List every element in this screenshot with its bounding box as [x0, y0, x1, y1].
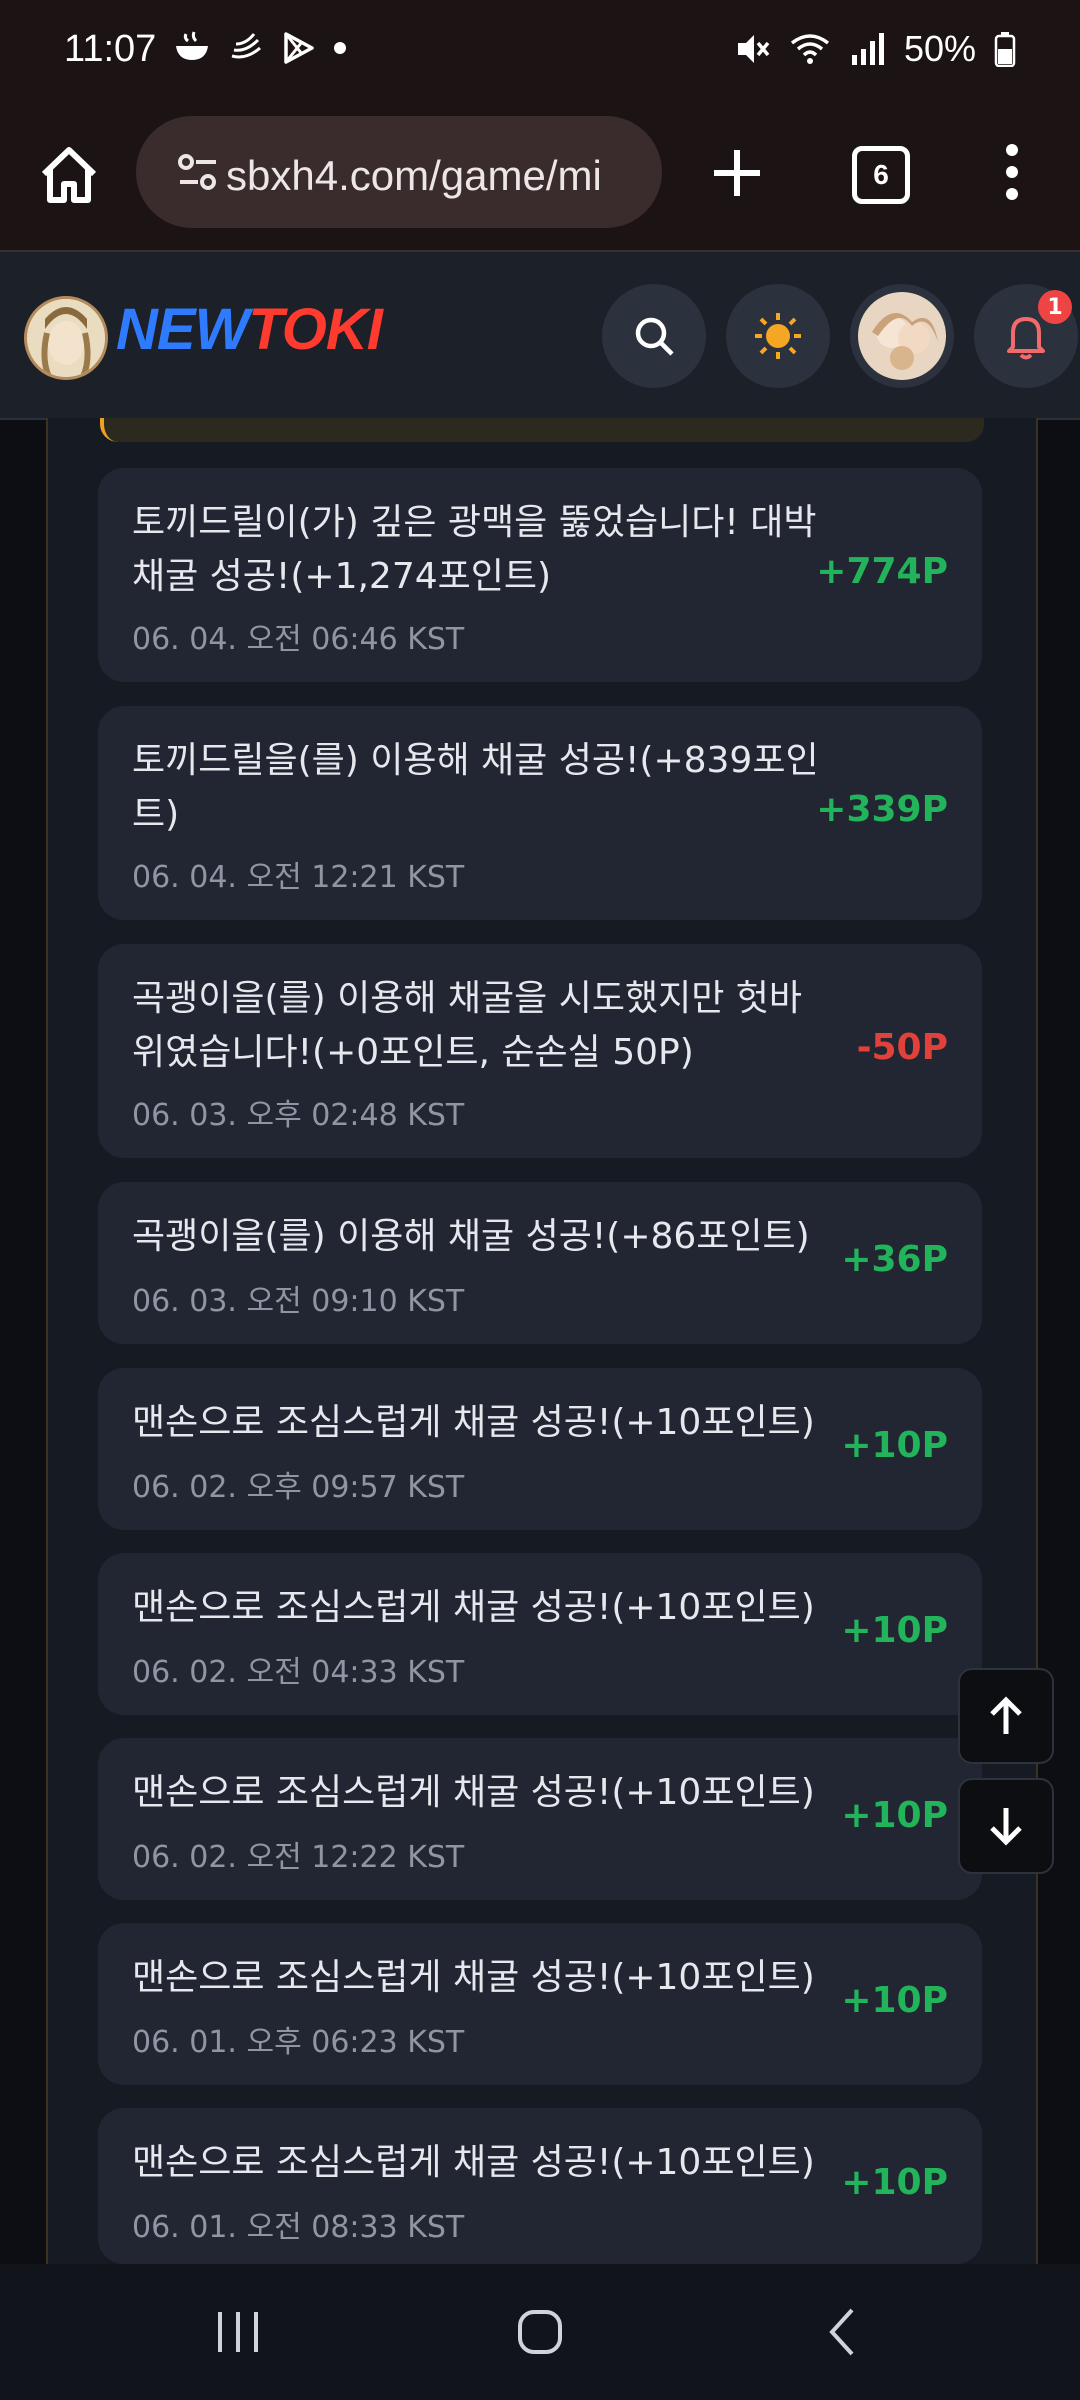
profile-button[interactable]	[850, 284, 954, 388]
history-message: 토끼드릴이(가) 깊은 광맥을 뚫었습니다! 대박 채굴 성공!(+1,274포…	[132, 502, 817, 597]
points-change: +10P	[841, 1980, 948, 2021]
history-timestamp: 06. 02. 오전 04:33 KST	[132, 1655, 465, 1690]
notification-badge: 1	[1038, 290, 1072, 324]
site-settings-icon[interactable]	[176, 150, 220, 194]
arrow-up-icon	[990, 1696, 1022, 1734]
history-message: 곡괭이을(를) 이용해 채굴을 시도했지만 헛바위였습니다!(+0포인트, 순손…	[132, 978, 803, 1073]
url-text: sbxh4.com/game/mi	[226, 152, 602, 199]
play-store-icon	[284, 32, 314, 64]
history-card: 곡괭이을(를) 이용해 채굴 성공!(+86포인트) 06. 03. 오전 09:…	[98, 1182, 982, 1344]
system-icons: 50%	[734, 28, 1016, 70]
points-change: +36P	[841, 1239, 948, 1280]
swirl-icon	[231, 33, 261, 59]
notification-icons	[172, 30, 350, 66]
signal-icon	[851, 33, 884, 65]
battery-percent: 50%	[903, 28, 976, 69]
home-icon[interactable]	[36, 142, 102, 208]
panel-top-edge	[100, 418, 984, 442]
mute-icon	[737, 35, 770, 63]
points-change: +10P	[841, 2162, 948, 2203]
points-change: +10P	[841, 1610, 948, 1651]
history-message: 맨손으로 조심스럽게 채굴 성공!(+10포인트)	[132, 2142, 815, 2183]
history-timestamp: 06. 01. 오후 06:23 KST	[132, 2025, 465, 2060]
history-message: 곡괭이을(를) 이용해 채굴 성공!(+86포인트)	[132, 1216, 810, 1257]
history-timestamp: 06. 02. 오전 12:22 KST	[132, 1840, 465, 1875]
history-card: 맨손으로 조심스럽게 채굴 성공!(+10포인트) 06. 02. 오전 04:3…	[98, 1553, 982, 1715]
bowl-icon	[176, 31, 208, 60]
system-nav-bar	[0, 2264, 1080, 2400]
history-card: 맨손으로 조심스럽게 채굴 성공!(+10포인트) 06. 02. 오전 12:2…	[98, 1738, 982, 1900]
avatar	[858, 292, 946, 380]
logo-avatar[interactable]	[24, 296, 108, 380]
history-timestamp: 06. 03. 오전 09:10 KST	[132, 1284, 465, 1319]
history-card: 곡괭이을(를) 이용해 채굴을 시도했지만 헛바위였습니다!(+0포인트, 순손…	[98, 944, 982, 1158]
history-message: 맨손으로 조심스럽게 채굴 성공!(+10포인트)	[132, 1772, 815, 1813]
notifications-button[interactable]: 1	[974, 284, 1078, 388]
arrow-down-icon	[990, 1808, 1022, 1846]
tab-switcher-button[interactable]: 6	[852, 146, 910, 204]
address-bar[interactable]: sbxh4.com/game/mi	[136, 116, 662, 228]
status-bar: 11:07 50%	[0, 0, 1080, 110]
history-timestamp: 06. 03. 오후 02:48 KST	[132, 1098, 465, 1133]
history-card: 맨손으로 조심스럽게 채굴 성공!(+10포인트) 06. 01. 오후 06:2…	[98, 1923, 982, 2085]
history-message: 맨손으로 조심스럽게 채굴 성공!(+10포인트)	[132, 1402, 815, 1443]
scroll-bottom-button[interactable]	[958, 1778, 1054, 1874]
points-change: +774P	[816, 551, 948, 592]
history-card: 맨손으로 조심스럽게 채굴 성공!(+10포인트) 06. 01. 오전 08:3…	[98, 2108, 982, 2264]
theme-toggle-button[interactable]	[726, 284, 830, 388]
more-options-icon[interactable]	[1000, 142, 1024, 202]
back-icon[interactable]	[812, 2304, 872, 2360]
recent-apps-icon[interactable]	[208, 2304, 268, 2360]
history-card: 맨손으로 조심스럽게 채굴 성공!(+10포인트) 06. 02. 오후 09:5…	[98, 1368, 982, 1530]
history-message: 맨손으로 조심스럽게 채굴 성공!(+10포인트)	[132, 1957, 815, 1998]
new-tab-icon[interactable]	[710, 146, 764, 200]
scroll-top-button[interactable]	[958, 1668, 1054, 1764]
logo-part-new: NEW	[116, 297, 249, 362]
points-change: +10P	[841, 1425, 948, 1466]
logo-part-toki: TOKI	[248, 297, 382, 362]
points-change: -50P	[856, 1027, 948, 1068]
history-message: 토끼드릴을(를) 이용해 채굴 성공!(+839포인트)	[132, 740, 819, 835]
battery-icon	[994, 32, 1016, 67]
history-timestamp: 06. 04. 오전 12:21 KST	[132, 860, 465, 895]
home-nav-icon[interactable]	[510, 2304, 570, 2360]
browser-toolbar: sbxh4.com/game/mi 6	[0, 110, 1080, 252]
history-card: 토끼드릴이(가) 깊은 광맥을 뚫었습니다! 대박 채굴 성공!(+1,274포…	[98, 468, 982, 682]
wifi-icon	[790, 34, 830, 64]
history-message: 맨손으로 조심스럽게 채굴 성공!(+10포인트)	[132, 1587, 815, 1628]
history-timestamp: 06. 02. 오후 09:57 KST	[132, 1470, 465, 1505]
status-time: 11:07	[64, 28, 157, 70]
points-change: +10P	[841, 1795, 948, 1836]
search-icon	[635, 317, 674, 356]
points-change: +339P	[816, 789, 948, 830]
sun-icon	[755, 313, 801, 359]
site-logo[interactable]: NEWTOKI	[116, 296, 383, 363]
dot-icon	[334, 42, 346, 54]
history-timestamp: 06. 04. 오전 06:46 KST	[132, 622, 465, 657]
site-header: NEWTOKI 1	[0, 252, 1080, 420]
history-card: 토끼드릴을(를) 이용해 채굴 성공!(+839포인트) 06. 04. 오전 1…	[98, 706, 982, 920]
history-timestamp: 06. 01. 오전 08:33 KST	[132, 2210, 465, 2245]
search-button[interactable]	[602, 284, 706, 388]
